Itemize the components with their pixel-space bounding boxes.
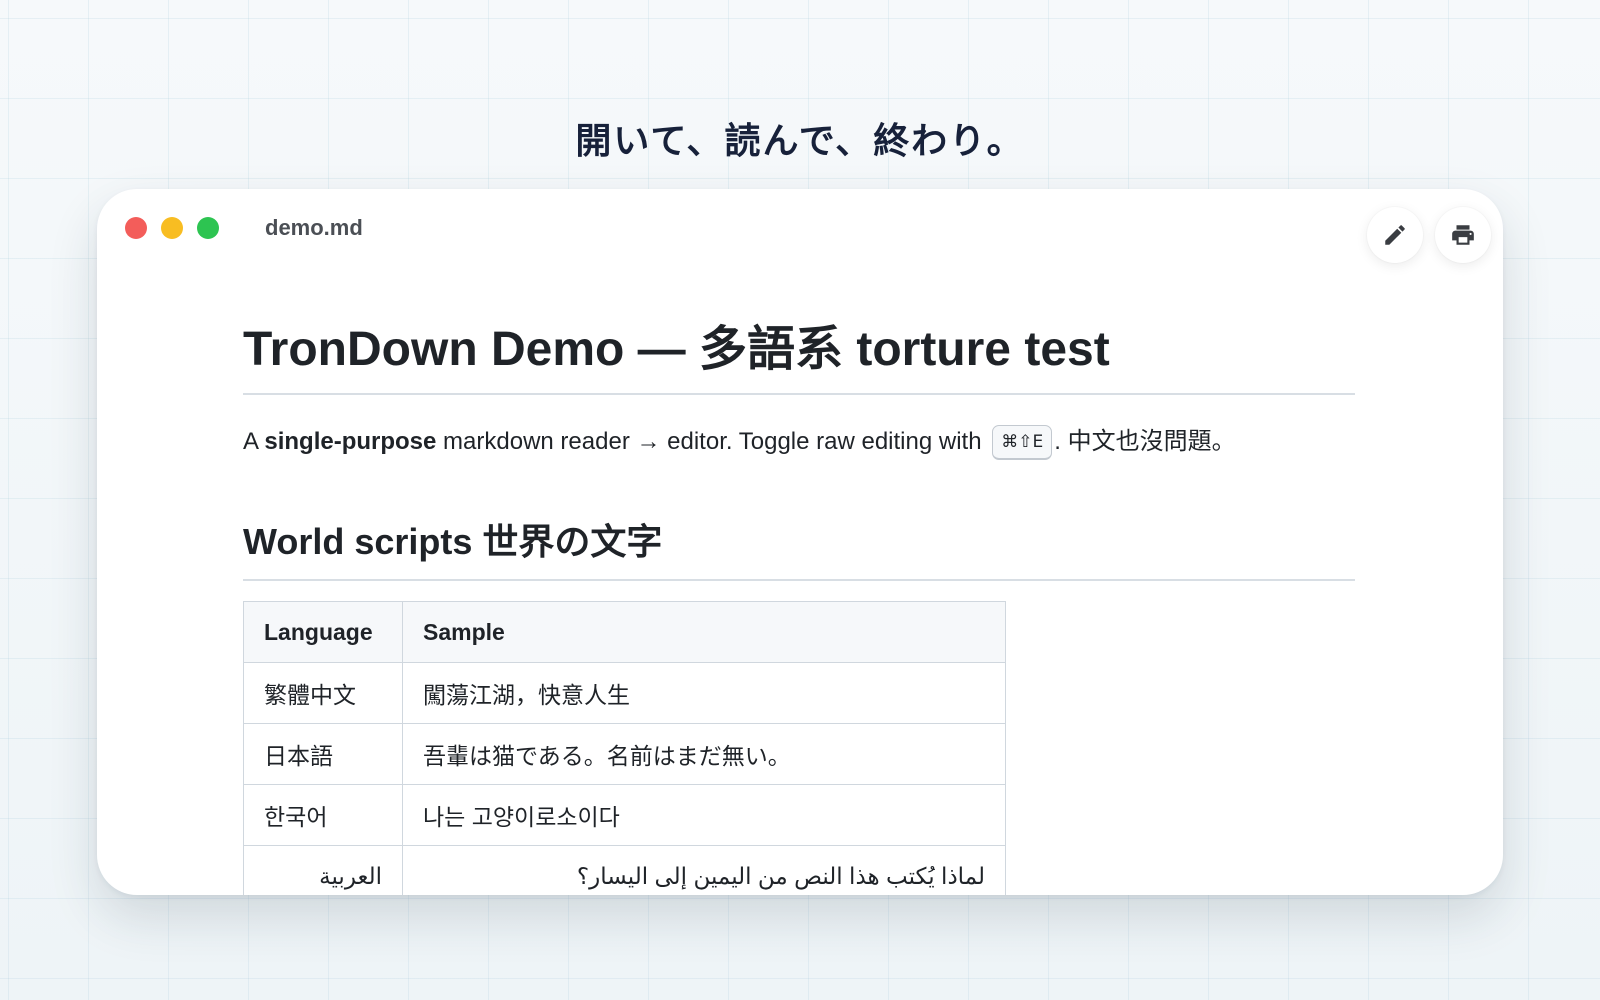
header-language: Language <box>243 601 403 663</box>
table-row: 한국어 나는 고양이로소이다 <box>243 784 1006 846</box>
app-window: demo.md TronDown Demo — 多語系 torture test… <box>97 189 1503 895</box>
minimize-button[interactable] <box>161 217 183 239</box>
section-heading: World scripts 世界の文字 <box>243 513 1355 581</box>
intro-prefix: A <box>243 428 265 455</box>
document-content: TronDown Demo — 多語系 torture test A singl… <box>243 309 1355 895</box>
table-row: 繁體中文 闖蕩江湖，快意人生 <box>243 662 1006 724</box>
zoom-button[interactable] <box>197 217 219 239</box>
pencil-icon <box>1385 225 1405 245</box>
document-title: TronDown Demo — 多語系 torture test <box>243 309 1355 395</box>
window-filename: demo.md <box>265 215 363 240</box>
close-button[interactable] <box>125 217 147 239</box>
table-header-row: Language Sample <box>243 601 1006 663</box>
intro-paragraph: A single-purpose markdown reader → edito… <box>243 423 1355 461</box>
cell-sample: 闖蕩江湖，快意人生 <box>402 662 1006 724</box>
table-row: العربية لماذا يُكتب هذا النص من اليمين إ… <box>243 845 1006 895</box>
intro-middle: markdown reader → editor. Toggle raw edi… <box>436 428 989 455</box>
intro-suffix: . 中文也沒問題。 <box>1054 428 1236 455</box>
print-button[interactable] <box>1435 207 1491 263</box>
header-sample: Sample <box>402 601 1006 663</box>
intro-bold: single-purpose <box>264 428 437 455</box>
cell-language: العربية <box>243 845 403 895</box>
printer-icon <box>1452 225 1474 245</box>
shortcut-kbd: ⌘⇧E <box>992 425 1053 461</box>
tagline: 開いて、読んで、終わり。 <box>575 121 1025 162</box>
cell-language: 繁體中文 <box>243 662 403 724</box>
edit-button[interactable] <box>1367 207 1423 263</box>
titlebar: demo.md <box>97 189 1503 269</box>
cell-sample: لماذا يُكتب هذا النص من اليمين إلى اليسا… <box>402 845 1006 895</box>
scripts-table: Language Sample 繁體中文 闖蕩江湖，快意人生 日本語 吾輩は猫で… <box>243 601 1006 895</box>
cell-sample: 나는 고양이로소이다 <box>402 784 1006 846</box>
cell-sample: 吾輩は猫である。名前はまだ無い。 <box>402 723 1006 785</box>
cell-language: 한국어 <box>243 784 403 846</box>
table-row: 日本語 吾輩は猫である。名前はまだ無い。 <box>243 723 1006 785</box>
cell-language: 日本語 <box>243 723 403 785</box>
